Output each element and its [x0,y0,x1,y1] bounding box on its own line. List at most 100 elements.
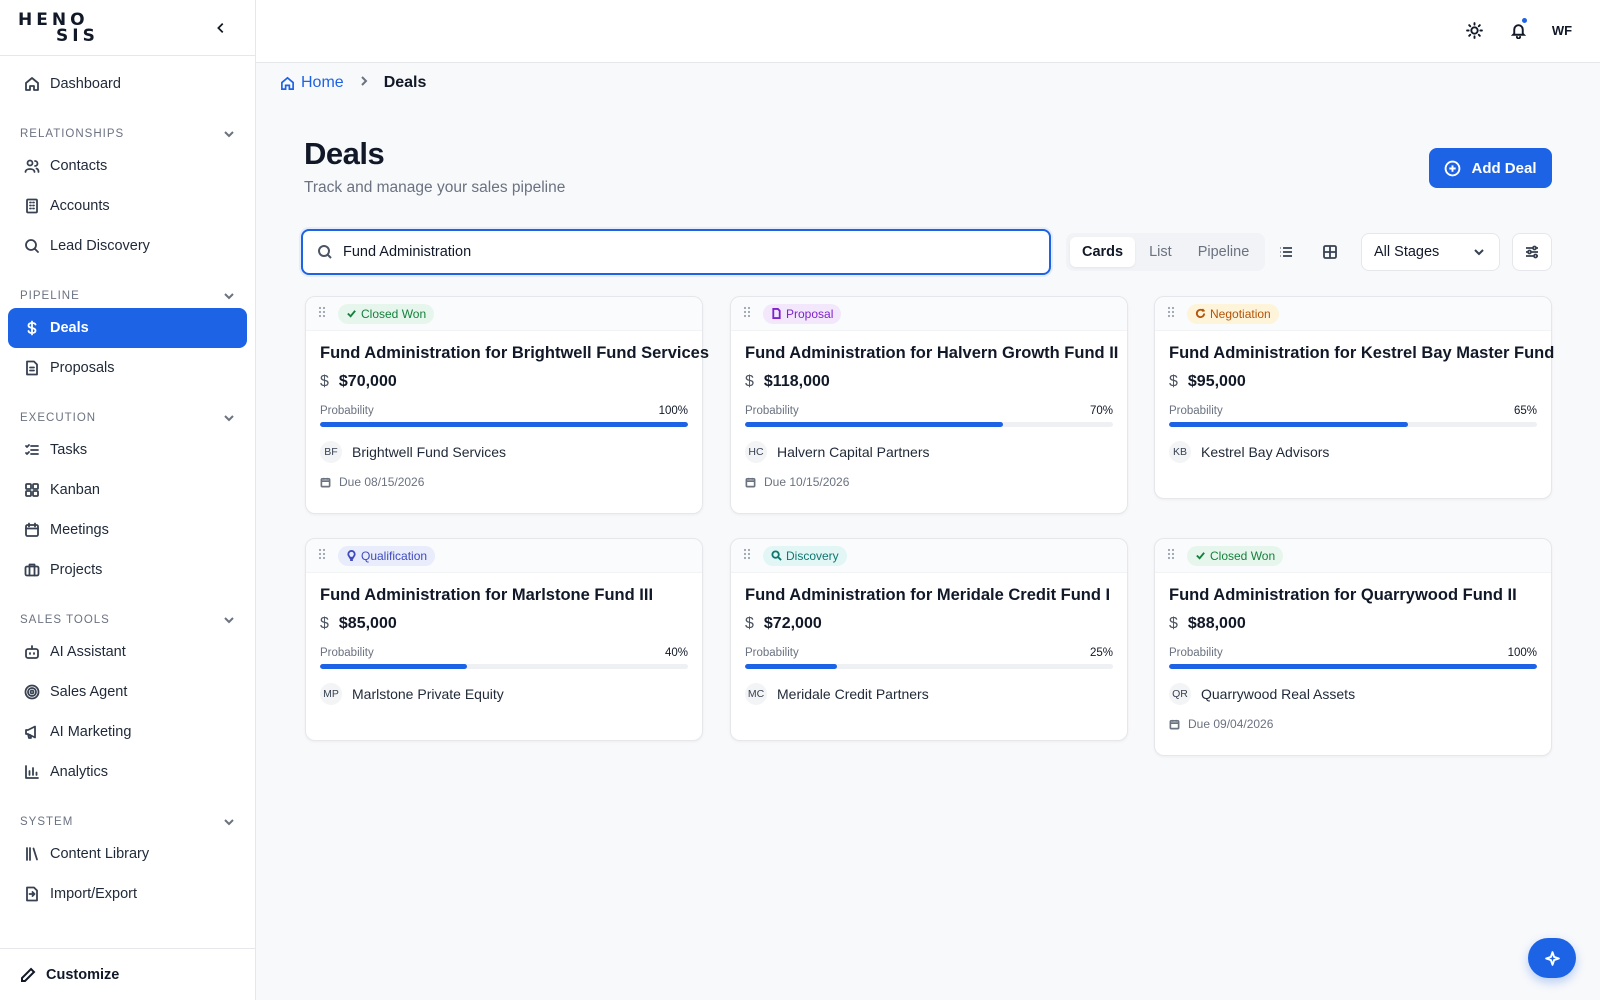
drag-handle-icon[interactable] [318,547,328,565]
sidebar-item-meetings[interactable]: Meetings [8,510,247,550]
file-transfer-icon [26,886,38,902]
drag-handle-icon[interactable] [743,547,753,565]
sidebar-item-ai-assistant[interactable]: AI Assistant [8,632,247,672]
search-input[interactable] [343,244,1003,260]
probability-label: Probability [745,647,799,659]
notifications-button[interactable] [1504,16,1532,44]
theme-toggle-button[interactable] [1460,16,1488,44]
breadcrumb-home[interactable]: Home [280,74,344,92]
stage-badge: Qualification [338,545,436,566]
notification-dot [1521,17,1528,24]
users-icon [24,159,40,173]
probability-label: Probability [320,405,374,417]
sidebar-section-title: RELATIONSHIPS [20,128,125,140]
deal-card-header: Closed Won [1155,539,1551,573]
deal-card[interactable]: Qualification Fund Administration for Mar… [305,538,703,741]
sidebar-item-projects[interactable]: Projects [8,550,247,590]
sidebar-item-label: Content Library [50,846,150,862]
probability-row: Probability 100% [320,405,688,417]
company-name: Kestrel Bay Advisors [1201,444,1330,460]
check-icon [347,310,356,318]
deal-amount: $ $72,000 [745,615,1113,633]
probability-bar-fill [745,664,837,669]
company-name: Quarrywood Real Assets [1201,686,1356,702]
drag-handle-icon[interactable] [318,305,328,323]
sidebar-item-proposals[interactable]: Proposals [8,348,247,388]
sidebar-item-label: Deals [50,320,89,336]
deal-company: MC Meridale Credit Partners [745,683,1113,705]
sidebar-item-analytics[interactable]: Analytics [8,752,247,792]
deal-card[interactable]: Negotiation Fund Administration for Kestr… [1154,296,1554,499]
grid-density-button[interactable] [1318,240,1342,264]
due-date-text: Due 10/15/2026 [764,475,850,489]
list-density-button[interactable] [1274,240,1298,264]
search-icon [318,245,332,259]
sidebar-item-label: Kanban [50,482,100,498]
briefcase-icon [24,563,40,577]
drag-handle-icon[interactable] [743,305,753,323]
probability-value: 40% [664,647,688,659]
sidebar-item-kanban[interactable]: Kanban [8,470,247,510]
view-pipeline[interactable]: Pipeline [1186,237,1262,267]
megaphone-icon [25,725,36,739]
dollar-icon: $ [320,373,329,390]
dollar-icon: $ [1169,373,1178,390]
user-avatar[interactable]: WF [1548,16,1576,44]
deal-card[interactable]: Proposal Fund Administration for Halvern … [730,296,1128,514]
deal-card[interactable]: Closed Won Fund Administration for Bright… [305,296,709,514]
sidebar-item-sales-agent[interactable]: Sales Agent [8,672,247,712]
deal-due-date: Due 09/04/2026 [1169,717,1537,731]
drag-handle-icon[interactable] [1167,305,1177,323]
collapse-sidebar-button[interactable] [209,16,233,40]
customize-label: Customize [46,966,120,983]
sidebar-section-sales-tools[interactable]: SALES TOOLS [8,608,247,632]
view-toggle: Cards List Pipeline [1066,233,1266,271]
sidebar-section-execution[interactable]: EXECUTION [8,406,247,430]
sidebar-section-system[interactable]: SYSTEM [8,810,247,834]
deal-card[interactable]: Discovery Fund Administration for Meridal… [730,538,1128,741]
advanced-filters-button[interactable] [1512,233,1552,271]
stage-badge: Discovery [763,545,847,566]
sidebar-item-import-export[interactable]: Import/Export [8,874,247,914]
stage-badge: Closed Won [338,303,435,324]
top-actions: WF [1460,16,1576,44]
company-initials-avatar: HC [745,441,767,463]
sidebar-section-pipeline[interactable]: PIPELINE [8,284,247,308]
drag-handle-icon[interactable] [1167,547,1177,565]
probability-label: Probability [1169,405,1223,417]
dollar-icon: $ [1169,615,1178,632]
probability-row: Probability 65% [1169,405,1537,417]
probability-bar-fill [320,664,468,669]
stage-filter-select[interactable]: All Stages [1361,233,1500,271]
sidebar-item-tasks[interactable]: Tasks [8,430,247,470]
view-cards[interactable]: Cards [1070,237,1136,267]
logo-row: HENO SIS [0,0,255,56]
add-deal-label: Add Deal [1471,159,1537,177]
sidebar-section-relationships[interactable]: RELATIONSHIPS [8,122,247,146]
customize-button[interactable]: Customize [0,948,255,1000]
ai-assistant-fab[interactable] [1528,938,1576,978]
grid-icon [25,483,39,497]
sidebar-item-contacts[interactable]: Contacts [8,146,247,186]
sidebar-item-lead-discovery[interactable]: Lead Discovery [8,226,247,266]
app-logo[interactable]: HENO SIS [18,11,99,44]
deal-title: Fund Administration for Halvern Growth F… [745,344,1119,362]
company-name: Brightwell Fund Services [352,444,507,460]
add-deal-button[interactable]: Add Deal [1429,148,1552,188]
deal-amount-value: $88,000 [1187,615,1246,632]
sidebar-section-title: SALES TOOLS [20,614,110,626]
probability-bar [745,422,1113,427]
breadcrumb-home-label: Home [301,74,344,91]
sidebar-item-ai-marketing[interactable]: AI Marketing [8,712,247,752]
sidebar-item-content-library[interactable]: Content Library [8,834,247,874]
probability-value: 70% [1089,405,1113,417]
search-field[interactable] [301,229,1051,275]
sidebar-item-deals[interactable]: Deals [8,308,247,348]
sidebar-item-accounts[interactable]: Accounts [8,186,247,226]
view-list[interactable]: List [1137,237,1184,267]
deal-card[interactable]: Closed Won Fund Administration for Quarry… [1154,538,1552,756]
sidebar-item-dashboard[interactable]: Dashboard [8,64,247,104]
probability-bar-fill [1169,422,1409,427]
list-check-icon [25,444,39,455]
deal-amount: $ $70,000 [320,373,688,391]
